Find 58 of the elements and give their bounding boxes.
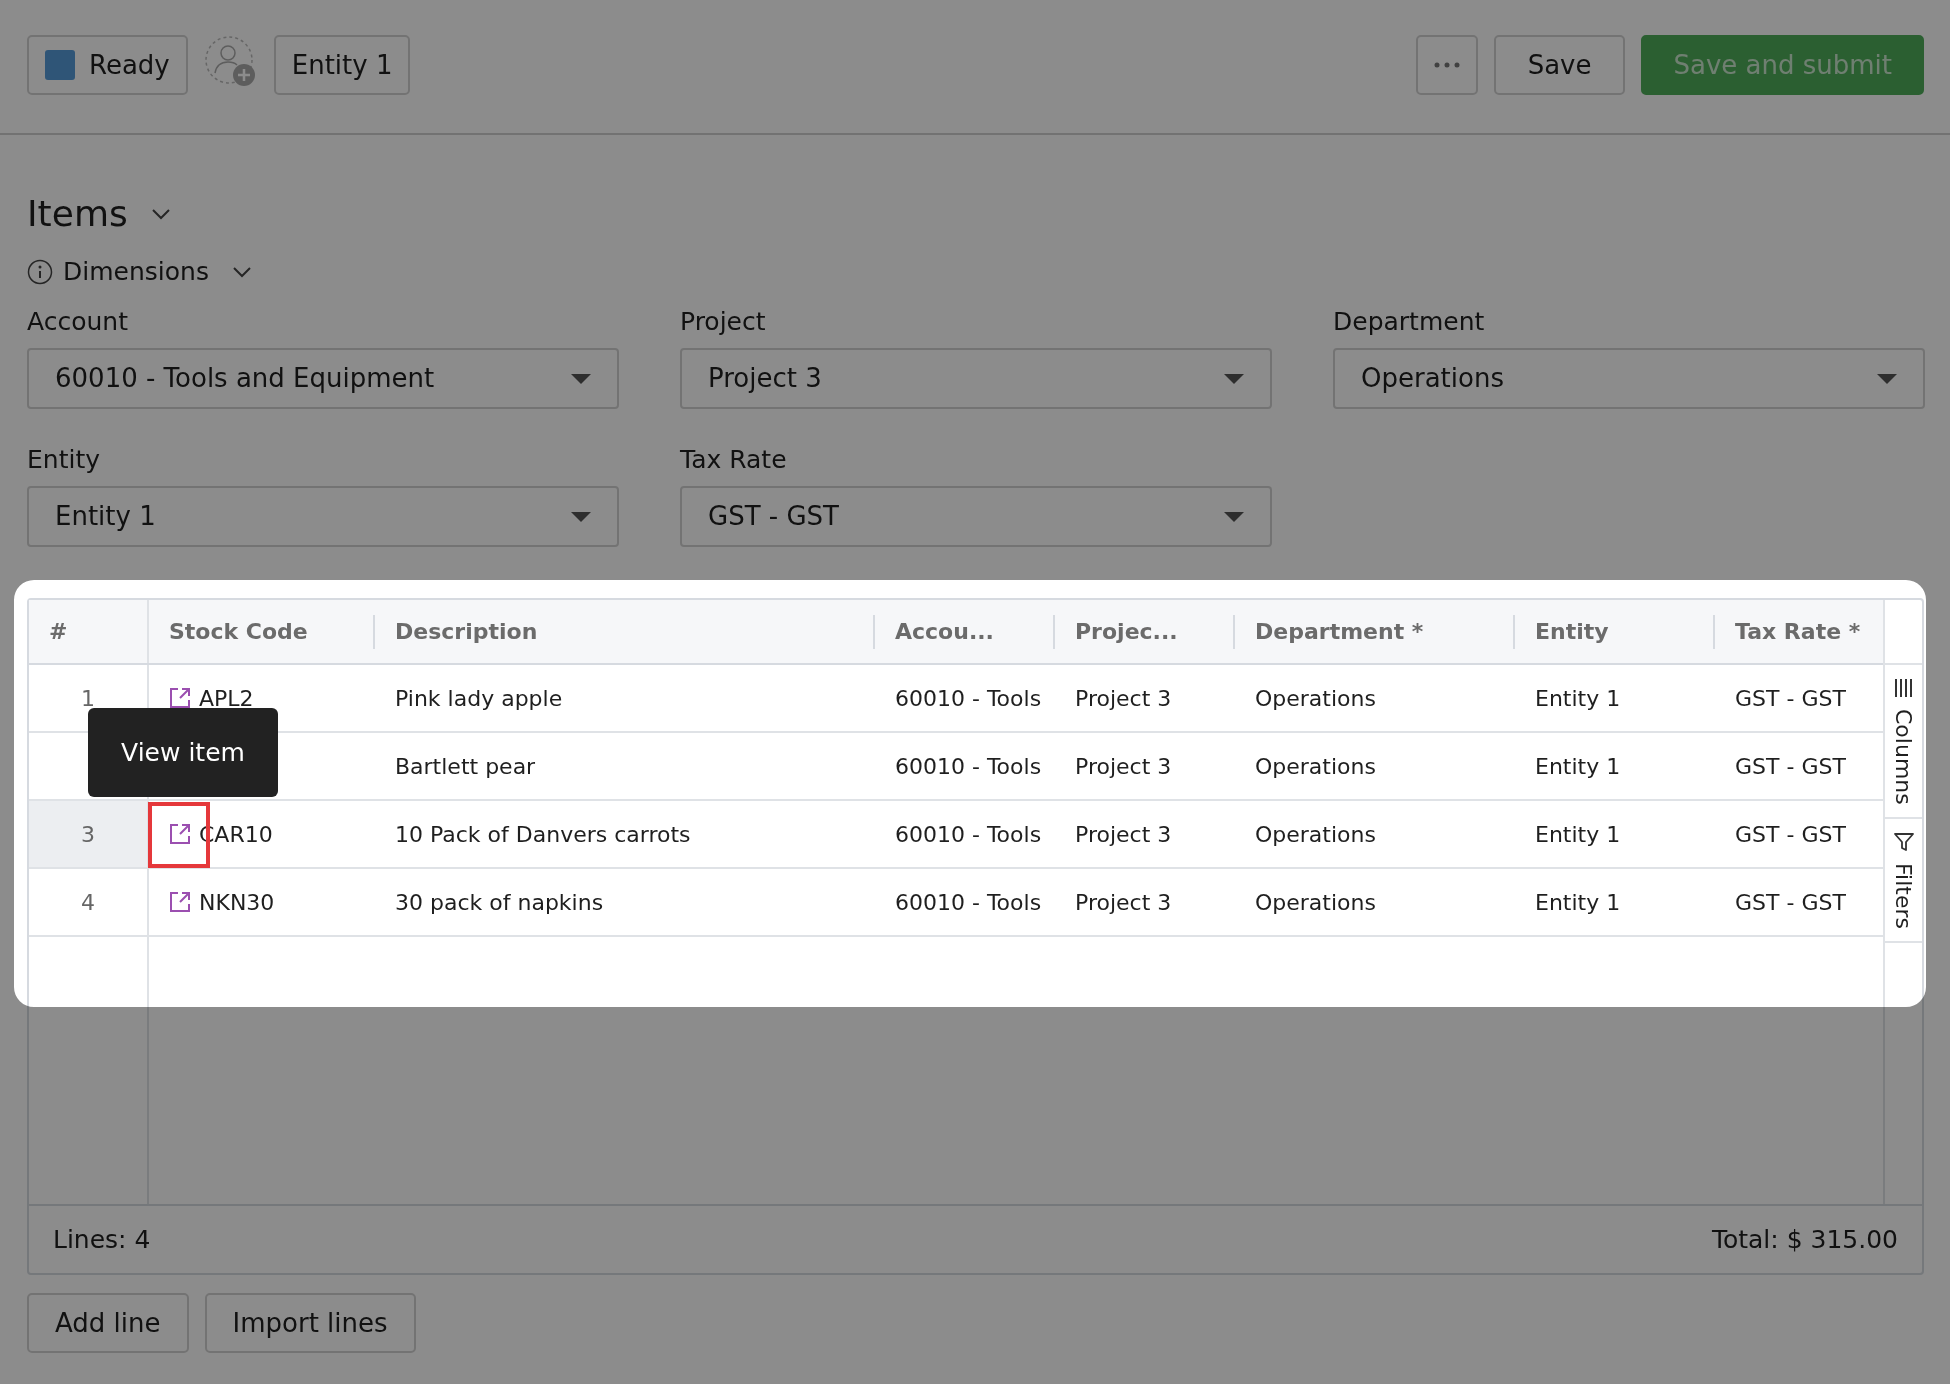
table-cell-text: 60010 - Tools xyxy=(894,684,1043,713)
field-label: Account xyxy=(27,306,129,338)
table-cell-text: Entity 1 xyxy=(1534,820,1622,849)
table-cell-text: 60010 - Tools xyxy=(894,888,1043,917)
filter-icon xyxy=(1892,830,1915,853)
table-cell-text: Project 3 xyxy=(1074,820,1173,849)
caret-icon xyxy=(1877,373,1897,384)
stock-code: NKN30 xyxy=(199,888,275,917)
table-cell-text: 60010 - Tools xyxy=(894,752,1043,781)
more-icon xyxy=(1433,62,1460,68)
table-cell-text: GST - GST xyxy=(1734,684,1847,713)
tooltip: View item xyxy=(88,708,278,797)
table-cell-text: Operations xyxy=(1254,752,1377,781)
field-label: Tax Rate xyxy=(680,444,788,476)
table-cell-text: 30 pack of napkins xyxy=(394,888,605,917)
table-cell-text: GST - GST xyxy=(1734,820,1847,849)
save-button[interactable]: Save xyxy=(1493,35,1626,95)
external-link-icon[interactable] xyxy=(167,685,193,711)
column-header[interactable]: Tax Rate * xyxy=(1715,600,1883,663)
entity-chip[interactable]: Entity 1 xyxy=(273,35,411,95)
total-amount: Total: $ 315.00 xyxy=(1711,1223,1898,1256)
table-cell-text: Entity 1 xyxy=(1534,888,1622,917)
select-field[interactable]: Project 3 xyxy=(680,348,1272,409)
action-button[interactable]: Import lines xyxy=(204,1293,416,1353)
table-cell-text: Pink lady apple xyxy=(394,684,564,713)
select-field[interactable]: Operations xyxy=(1333,348,1925,409)
row-number: 4 xyxy=(29,869,149,935)
table-cell-text: Project 3 xyxy=(1074,684,1173,713)
table-cell-text: Project 3 xyxy=(1074,752,1173,781)
table-cell-text: Operations xyxy=(1254,684,1377,713)
dimensions-toggle[interactable]: Dimensions xyxy=(63,253,209,291)
table-cell-text: 60010 - Tools xyxy=(894,820,1043,849)
table-cell-text: Entity 1 xyxy=(1534,684,1622,713)
columns-icon xyxy=(1892,677,1915,699)
info-icon xyxy=(27,259,53,285)
line-count: Lines: 4 xyxy=(53,1223,151,1256)
section-title: Items xyxy=(27,192,128,236)
table-cell-text: Operations xyxy=(1254,820,1377,849)
caret-icon xyxy=(1224,511,1244,522)
status-button[interactable]: Ready xyxy=(27,35,188,95)
table-cell-text: 10 Pack of Danvers carrots xyxy=(394,820,692,849)
action-button[interactable]: Add line xyxy=(27,1293,189,1353)
caret-icon xyxy=(571,373,591,384)
table-cell-text: Entity 1 xyxy=(1534,752,1622,781)
table-cell-text: GST - GST xyxy=(1734,888,1847,917)
select-field[interactable]: Entity 1 xyxy=(27,486,619,547)
table-cell-text: GST - GST xyxy=(1734,752,1847,781)
field-label: Entity xyxy=(27,444,101,476)
table-cell-text: Operations xyxy=(1254,888,1377,917)
table-cell-text: Bartlett pear xyxy=(394,752,537,781)
field-label: Project xyxy=(680,306,767,338)
table-cell-text: Project 3 xyxy=(1074,888,1173,917)
field-label: Department xyxy=(1333,306,1486,338)
select-field[interactable]: GST - GST xyxy=(680,486,1272,547)
select-field[interactable]: 60010 - Tools and Equipment xyxy=(27,348,619,409)
caret-icon xyxy=(571,511,591,522)
caret-icon xyxy=(1224,373,1244,384)
row-number: 3 xyxy=(29,801,149,867)
